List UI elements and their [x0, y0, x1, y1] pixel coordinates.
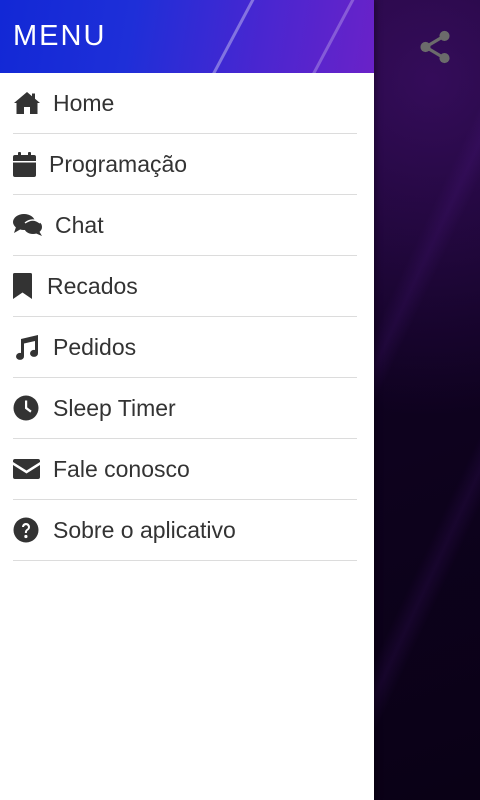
music-icon [13, 332, 53, 362]
menu-item-label: Programação [49, 150, 188, 177]
app-screen: MENU Home Programação Chat Recados Pedid… [0, 0, 480, 800]
menu-item-label: Chat [55, 211, 104, 238]
menu-list: Home Programação Chat Recados Pedidos Sl… [0, 73, 374, 561]
menu-item-label: Recados [47, 272, 138, 299]
drawer-title: MENU [13, 20, 107, 52]
chat-icon [13, 210, 55, 240]
menu-item-label: Fale conosco [53, 455, 190, 482]
menu-item-programacao[interactable]: Programação [13, 134, 357, 195]
calendar-icon [13, 149, 49, 179]
drawer-header: MENU [0, 0, 374, 73]
menu-item-label: Sleep Timer [53, 394, 176, 421]
question-icon [13, 515, 53, 545]
share-icon [420, 30, 450, 64]
menu-item-fale-conosco[interactable]: Fale conosco [13, 439, 357, 500]
menu-item-pedidos[interactable]: Pedidos [13, 317, 357, 378]
menu-item-recados[interactable]: Recados [13, 256, 357, 317]
menu-item-sleep-timer[interactable]: Sleep Timer [13, 378, 357, 439]
menu-item-label: Home [53, 89, 115, 116]
clock-icon [13, 393, 53, 423]
menu-item-label: Sobre o aplicativo [53, 516, 236, 543]
menu-item-label: Pedidos [53, 333, 137, 360]
menu-item-sobre[interactable]: Sobre o aplicativo [13, 500, 357, 561]
menu-item-chat[interactable]: Chat [13, 195, 357, 256]
share-button[interactable] [414, 26, 456, 68]
bookmark-icon [13, 271, 47, 301]
envelope-icon [13, 454, 53, 484]
home-icon [13, 88, 53, 118]
menu-item-home[interactable]: Home [13, 73, 357, 134]
navigation-drawer: MENU Home Programação Chat Recados Pedid… [0, 0, 374, 800]
